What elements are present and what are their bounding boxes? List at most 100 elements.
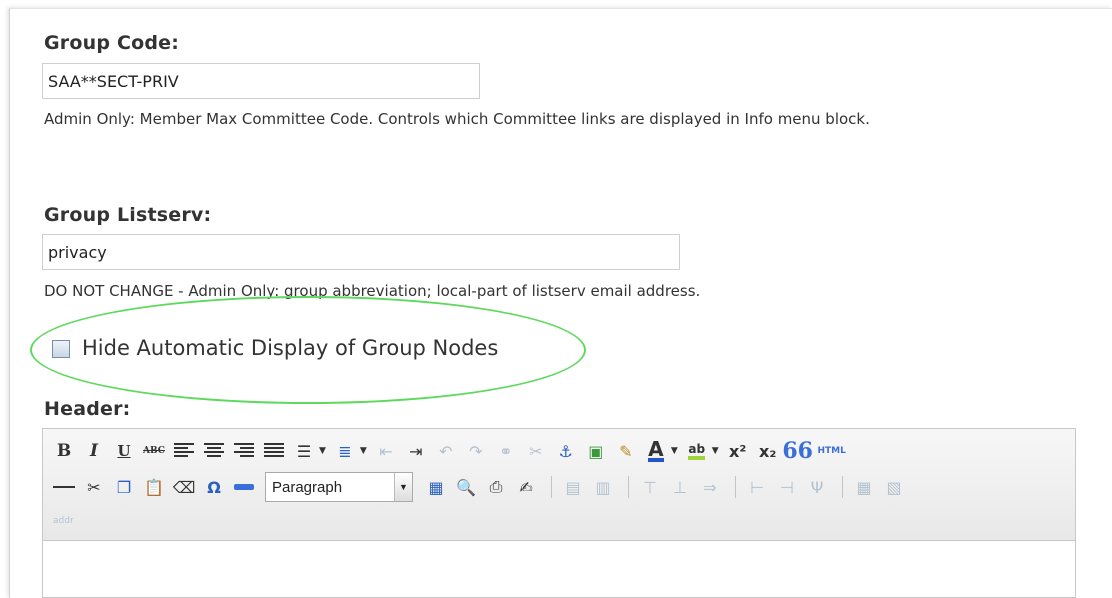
bullet-list-button[interactable]: ☰ [291, 438, 317, 464]
align-right-button[interactable] [231, 438, 257, 464]
bold-button[interactable]: B [51, 438, 77, 464]
underline-button[interactable]: U [111, 438, 137, 464]
special-char-button[interactable]: Ω [201, 474, 227, 500]
delete-col-icon: Ψ [810, 477, 824, 497]
font-color-dropdown-icon[interactable]: ▼ [671, 446, 678, 456]
blockquote-icon: 66 [782, 438, 813, 464]
row-after-icon: ⊥ [673, 477, 687, 497]
insert-row-before-button[interactable]: ⊤ [637, 474, 663, 500]
insert-col-before-button[interactable]: ⊢ [744, 474, 770, 500]
format-select[interactable]: Paragraph ▼ [265, 472, 413, 502]
font-color-button[interactable]: A [643, 438, 669, 464]
horizontal-line-icon [234, 484, 254, 490]
cut-button[interactable]: ✂ [81, 474, 107, 500]
header-editor: B I U ABC ☰ ▼ ≣ ▼ ⇤ ⇥ ↶ ↷ ⚭ ✂ ⚓ ▣ ✎ A ▼ … [42, 428, 1076, 598]
toolbar-separator [735, 476, 736, 498]
bullet-list-dropdown-icon[interactable]: ▼ [319, 446, 326, 456]
col-before-icon: ⊢ [750, 477, 764, 497]
align-center-icon [204, 443, 224, 459]
print-button[interactable]: ⎙ [483, 474, 509, 500]
numbered-list-icon: ≣ [338, 441, 352, 461]
delete-row-icon: ⇒ [703, 477, 717, 497]
strikethrough-icon: ABC [143, 446, 165, 456]
insert-horizontal-line-button[interactable] [231, 474, 257, 500]
toolbar-row-1: B I U ABC ☰ ▼ ≣ ▼ ⇤ ⇥ ↶ ↷ ⚭ ✂ ⚓ ▣ ✎ A ▼ … [51, 435, 1067, 467]
outdent-button[interactable]: ⇤ [373, 438, 399, 464]
split-cells-icon: ▦ [856, 477, 872, 497]
anchor-icon: ⚓ [558, 441, 574, 461]
edit-button[interactable]: ✍ [513, 474, 539, 500]
numbered-list-dropdown-icon[interactable]: ▼ [360, 446, 367, 456]
link-icon: ⚭ [499, 441, 513, 461]
italic-button[interactable]: I [81, 438, 107, 464]
highlight-icon: ab [688, 442, 706, 460]
subscript-icon: x₂ [759, 441, 777, 461]
subscript-button[interactable]: x₂ [755, 438, 781, 464]
insert-col-after-button[interactable]: ⊣ [774, 474, 800, 500]
group-code-description: Admin Only: Member Max Committee Code. C… [44, 110, 870, 128]
copy-button[interactable]: ❐ [111, 474, 137, 500]
toolbar-row-3: addr [51, 509, 1067, 533]
delete-row-button[interactable]: ⇒ [697, 474, 723, 500]
image-icon: ▣ [588, 441, 604, 461]
group-listserv-input[interactable] [42, 234, 680, 270]
copy-icon: ❐ [116, 477, 132, 497]
redo-button[interactable]: ↷ [463, 438, 489, 464]
align-center-button[interactable] [201, 438, 227, 464]
toolbar-separator [842, 476, 843, 498]
superscript-icon: x² [729, 441, 747, 461]
indent-button[interactable]: ⇥ [403, 438, 429, 464]
merge-cells-button[interactable]: ▧ [881, 474, 907, 500]
highlight-dropdown-icon[interactable]: ▼ [712, 446, 719, 456]
superscript-button[interactable]: x² [725, 438, 751, 464]
editor-toolbar: B I U ABC ☰ ▼ ≣ ▼ ⇤ ⇥ ↶ ↷ ⚭ ✂ ⚓ ▣ ✎ A ▼ … [43, 429, 1075, 541]
group-listserv-label: Group Listserv: [44, 204, 212, 226]
header-label: Header: [44, 398, 131, 420]
preview-button[interactable]: 🔍 [453, 474, 479, 500]
anchor-button[interactable]: ⚓ [553, 438, 579, 464]
cut-icon: ✂ [87, 477, 101, 497]
underline-icon: U [117, 442, 131, 460]
merge-cells-icon: ▧ [886, 477, 902, 497]
split-cells-button[interactable]: ▦ [851, 474, 877, 500]
row-before-icon: ⊤ [643, 477, 657, 497]
cleanup-button[interactable]: ✎ [613, 438, 639, 464]
table-props-icon: ▥ [595, 477, 611, 497]
hide-nodes-checkbox[interactable] [52, 340, 70, 358]
strikethrough-button[interactable]: ABC [141, 438, 167, 464]
link-button[interactable]: ⚭ [493, 438, 519, 464]
paste-word-icon: ▦ [428, 477, 444, 497]
omega-icon: Ω [207, 477, 221, 497]
unlink-button[interactable]: ✂ [523, 438, 549, 464]
group-code-input[interactable] [42, 63, 480, 99]
hide-nodes-label[interactable]: Hide Automatic Display of Group Nodes [82, 336, 498, 360]
chevron-down-icon: ▼ [394, 473, 412, 501]
unlink-icon: ✂ [529, 441, 543, 461]
blockquote-button[interactable]: 66 [782, 438, 813, 464]
html-button[interactable]: HTML [815, 438, 849, 464]
delete-col-button[interactable]: Ψ [804, 474, 830, 500]
indent-icon: ⇥ [409, 441, 423, 461]
broom-icon: ✎ [619, 441, 633, 461]
paste-button[interactable]: 📋 [141, 474, 167, 500]
numbered-list-button[interactable]: ≣ [332, 438, 358, 464]
format-select-value: Paragraph [272, 478, 343, 496]
editor-path: addr [53, 516, 74, 526]
toolbar-separator [551, 476, 552, 498]
group-listserv-description: DO NOT CHANGE - Admin Only: group abbrev… [44, 282, 701, 300]
align-left-icon [174, 443, 194, 459]
highlight-button[interactable]: ab [684, 438, 710, 464]
image-button[interactable]: ▣ [583, 438, 609, 464]
bullet-list-icon: ☰ [296, 441, 312, 461]
paste-word-button[interactable]: ▦ [423, 474, 449, 500]
table-button[interactable]: ▤ [560, 474, 586, 500]
align-left-button[interactable] [171, 438, 197, 464]
align-justify-button[interactable] [261, 438, 287, 464]
table-props-button[interactable]: ▥ [590, 474, 616, 500]
insert-row-after-button[interactable]: ⊥ [667, 474, 693, 500]
bold-icon: B [56, 441, 72, 461]
editor-body[interactable] [43, 541, 1075, 597]
eraser-button[interactable]: ⌫ [171, 474, 197, 500]
undo-button[interactable]: ↶ [433, 438, 459, 464]
horizontal-rule-button[interactable] [51, 474, 77, 500]
